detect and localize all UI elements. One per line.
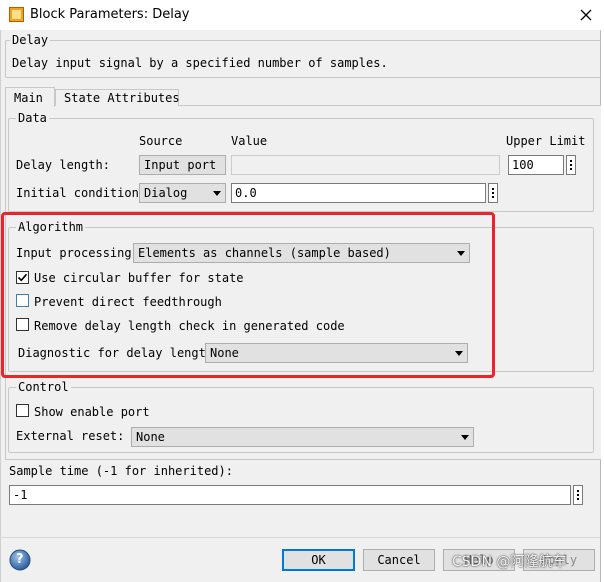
ok-button-label: OK	[311, 553, 326, 567]
show-enable-port-label: Show enable port	[34, 405, 150, 419]
sample-time-field[interactable]: -1	[9, 485, 571, 505]
data-group-title: Data	[16, 111, 49, 125]
cancel-button-label: Cancel	[377, 553, 421, 567]
upper-limit-more-button[interactable]	[566, 155, 576, 175]
tab-main[interactable]: Main	[5, 87, 55, 107]
highlight-box	[1, 212, 495, 378]
delay-length-source-value: Input port	[144, 158, 217, 172]
upper-limit-field[interactable]: 100	[508, 155, 564, 175]
upper-limit-value: 100	[512, 158, 534, 172]
external-reset-label: External reset:	[16, 429, 125, 443]
delay-length-source-dropdown[interactable]: Input port	[139, 155, 226, 175]
control-group-title: Control	[16, 380, 71, 394]
upper-limit-column-header: Upper Limit	[506, 134, 586, 148]
delay-length-label: Delay length:	[16, 158, 110, 172]
chevron-down-icon	[461, 435, 469, 440]
initial-condition-source-value: Dialog	[144, 186, 188, 200]
initial-condition-more-button[interactable]	[488, 183, 498, 203]
help-icon-button[interactable]: ?	[9, 549, 31, 571]
watermark: CSDN @阿隆航车	[452, 554, 567, 570]
show-enable-port-checkbox[interactable]	[16, 404, 29, 417]
ok-button[interactable]: OK	[282, 549, 355, 571]
external-reset-dropdown[interactable]: None	[131, 427, 474, 447]
delay-length-value-field	[231, 155, 500, 175]
tab-state-attributes-label: State Attributes	[64, 91, 180, 105]
sample-time-more-button[interactable]	[573, 485, 583, 505]
sample-time-value: -1	[13, 488, 28, 502]
help-icon-glyph: ?	[16, 552, 24, 567]
external-reset-value: None	[136, 430, 165, 444]
block-description: Delay input signal by a specified number…	[12, 56, 388, 70]
initial-condition-source-dropdown[interactable]: Dialog	[139, 183, 226, 203]
tab-main-label: Main	[14, 91, 43, 105]
cancel-button[interactable]: Cancel	[363, 549, 435, 571]
initial-condition-value: 0.0	[235, 186, 257, 200]
initial-condition-label: Initial condition:	[16, 186, 147, 200]
initial-condition-value-field[interactable]: 0.0	[231, 183, 486, 203]
window-title: Block Parameters: Delay	[30, 7, 190, 22]
close-icon	[580, 9, 592, 21]
chevron-down-icon	[213, 191, 221, 196]
app-icon	[9, 7, 24, 22]
title-bar: Block Parameters: Delay	[0, 0, 604, 30]
sample-time-label: Sample time (-1 for inherited):	[9, 464, 233, 478]
source-column-header: Source	[139, 134, 183, 148]
footer-separator	[0, 537, 600, 538]
tab-state-attributes[interactable]: State Attributes	[55, 89, 180, 106]
close-button[interactable]	[574, 4, 598, 26]
description-group-title: Delay	[10, 33, 51, 47]
value-column-header: Value	[231, 134, 268, 148]
